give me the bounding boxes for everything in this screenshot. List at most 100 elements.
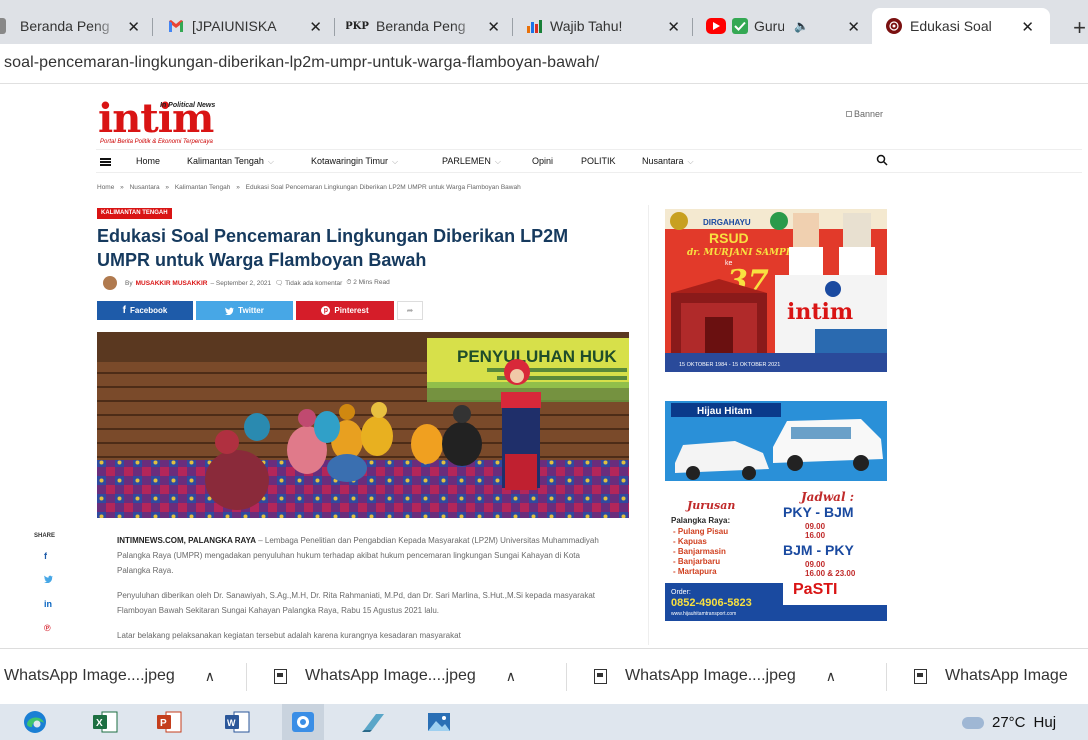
chevron-up-icon[interactable]: ∧ (506, 668, 516, 685)
chevron-down-icon: ⌵ (687, 157, 694, 166)
share-more-button[interactable]: ➦ (397, 301, 423, 320)
svg-text:RSUD: RSUD (709, 230, 749, 246)
close-icon[interactable]: ✕ (1021, 18, 1034, 36)
tab-active[interactable]: Edukasi Soal ✕ (872, 8, 1050, 44)
download-shelf: WhatsApp Image....jpeg ∧ WhatsApp Image.… (0, 648, 1088, 704)
svg-text:- Banjarbaru: - Banjarbaru (673, 557, 720, 566)
weather-widget[interactable]: 27°C Huj (962, 714, 1056, 731)
menu-icon[interactable] (100, 158, 111, 166)
svg-text:- Banjarmasin: - Banjarmasin (673, 547, 726, 556)
nav-item-kalimantan-tengah[interactable]: Kalimantan Tengah ⌵ (187, 156, 274, 167)
svg-text:PaSTI: PaSTI (793, 581, 837, 598)
article-body: INTIMNEWS.COM, PALANGKA RAYA – Lembaga P… (117, 533, 611, 645)
breadcrumb-nusantara[interactable]: Nusantara (130, 184, 160, 191)
tab-title: Wajib Tahu! (550, 18, 623, 34)
word-icon[interactable]: W (224, 710, 250, 734)
close-icon[interactable]: ✕ (667, 18, 680, 36)
main-nav: Home Kalimantan Tengah ⌵ Kotawaringin Tim… (96, 149, 1082, 173)
nav-item-politik[interactable]: POLITIK (581, 156, 616, 166)
close-icon[interactable]: ✕ (847, 18, 860, 36)
search-icon[interactable] (876, 154, 888, 166)
youtube-icon (706, 18, 726, 34)
excel-icon[interactable]: X (92, 710, 118, 734)
chevron-up-icon[interactable]: ∧ (205, 668, 215, 685)
svg-text:www.hijauhitamtransport.com: www.hijauhitamtransport.com (671, 611, 736, 617)
breadcrumb-home[interactable]: Home (97, 184, 114, 191)
edge-icon[interactable] (22, 710, 48, 734)
cloud-icon (962, 716, 984, 729)
paragraph-3: Latar belakang pelaksanakan kegiatan ter… (117, 631, 461, 640)
gmail-icon (168, 18, 184, 34)
nav-item-opini[interactable]: Opini (532, 156, 553, 166)
tab-5[interactable]: Guru 🔈 ✕ (706, 8, 866, 44)
svg-text:PKY - BJM: PKY - BJM (783, 504, 854, 520)
svg-text:Order:: Order: (671, 589, 691, 596)
svg-text:- Kapuas: - Kapuas (673, 537, 707, 546)
chevron-down-icon: ⌵ (494, 157, 501, 166)
banner-alt: Banner (854, 109, 884, 119)
share-pinterest-button[interactable]: p Pinterest (296, 301, 394, 320)
svg-text:BJM - PKY: BJM - PKY (783, 542, 854, 558)
tab-1[interactable]: Beranda Peng ✕ (0, 8, 146, 44)
download-item-4[interactable]: WhatsApp Image (914, 667, 1068, 685)
close-icon[interactable]: ✕ (487, 18, 500, 36)
chart-icon (526, 18, 542, 34)
tab-2[interactable]: [JPAIUNISKA ✕ (168, 8, 328, 44)
comment-count[interactable]: 🗨 Tidak ada komentar (275, 279, 342, 287)
powerpoint-icon[interactable]: P (156, 710, 182, 734)
nav-item-nusantara[interactable]: Nusantara ⌵ (642, 156, 694, 167)
svg-text:16.00 & 23.00: 16.00 & 23.00 (805, 569, 856, 578)
svg-text:09.00: 09.00 (805, 560, 826, 569)
nav-item-parlemen[interactable]: PARLEMEN ⌵ (442, 156, 501, 167)
site-logo[interactable]: intim In Political News Portal Berita Po… (98, 95, 258, 147)
lead-source: INTIMNEWS.COM, PALANGKA RAYA (117, 536, 256, 545)
ad-rsud-banner[interactable]: DIRGAHAYU RSUD dr. MURJANI SAMPIT ke 37 … (665, 209, 887, 372)
svg-text:intim: intim (787, 299, 853, 325)
share-facebook-button[interactable]: f Facebook (97, 301, 193, 320)
notepad-icon[interactable] (360, 710, 386, 734)
author-link[interactable]: MUSAKKIR MUSAKKIR (136, 280, 208, 287)
download-item-1[interactable]: WhatsApp Image....jpeg ∧ (4, 667, 215, 685)
svg-text:P: P (160, 718, 167, 729)
svg-text:Jurusan: Jurusan (685, 499, 735, 512)
browser-tab-bar: Beranda Peng ✕ [JPAIUNISKA ✕ PKP Beranda… (0, 0, 1088, 44)
web-page: intim In Political News Portal Berita Po… (0, 85, 1088, 645)
gear-icon (0, 18, 6, 34)
author-avatar (103, 276, 117, 290)
share-arrow-icon: ➦ (406, 306, 414, 315)
address-bar[interactable]: soal-pencemaran-lingkungan-diberikan-lp2… (0, 44, 1088, 84)
svg-text:16.00: 16.00 (805, 531, 826, 540)
camera-icon[interactable] (290, 710, 316, 734)
tab-3[interactable]: PKP Beranda Peng ✕ (346, 8, 506, 44)
chevron-up-icon[interactable]: ∧ (826, 668, 836, 685)
tab-4[interactable]: Wajib Tahu! ✕ (526, 8, 686, 44)
url-text[interactable]: soal-pencemaran-lingkungan-diberikan-lp2… (4, 54, 599, 72)
share-twitter-button[interactable]: Twitter (196, 301, 293, 320)
breadcrumb-kalimantan-tengah[interactable]: Kalimantan Tengah (175, 184, 231, 191)
svg-text:X: X (96, 718, 103, 729)
new-tab-button[interactable]: + (1073, 15, 1086, 41)
twitter-icon[interactable] (34, 575, 64, 599)
pinterest-icon[interactable]: ℗ (34, 623, 64, 645)
linkedin-icon[interactable]: in (34, 599, 64, 623)
close-icon[interactable]: ✕ (127, 18, 140, 36)
broken-image-icon (846, 111, 852, 117)
close-icon[interactable]: ✕ (309, 18, 322, 36)
breadcrumb-current: Edukasi Soal Pencemaran Lingkungan Diber… (245, 184, 521, 191)
article-title: Edukasi Soal Pencemaran Lingkungan Diber… (97, 226, 569, 270)
download-item-2[interactable]: WhatsApp Image....jpeg ∧ (274, 667, 516, 685)
pinterest-icon: p (321, 306, 331, 315)
photos-icon[interactable] (426, 710, 452, 734)
download-item-3[interactable]: WhatsApp Image....jpeg ∧ (594, 667, 836, 685)
facebook-icon[interactable]: f (34, 551, 64, 575)
category-badge[interactable]: KALIMANTAN TENGAH (97, 208, 172, 219)
photo-banner-text: PENYULUHAN HUK (457, 347, 617, 366)
ad-hijau-hitam-banner[interactable]: Hijau Hitam Jurusan Palangka Raya: - Pul… (665, 401, 887, 621)
header-banner[interactable]: Banner (846, 109, 883, 119)
nav-item-home[interactable]: Home (136, 156, 160, 166)
nav-item-kotawaringin-timur[interactable]: Kotawaringin Timur ⌵ (311, 156, 398, 167)
site-icon (886, 18, 902, 34)
speaker-icon[interactable]: 🔈 (794, 19, 809, 33)
tab-title: [JPAIUNISKA (192, 18, 277, 34)
article-photo: PENYULUHAN HUK (97, 332, 629, 518)
